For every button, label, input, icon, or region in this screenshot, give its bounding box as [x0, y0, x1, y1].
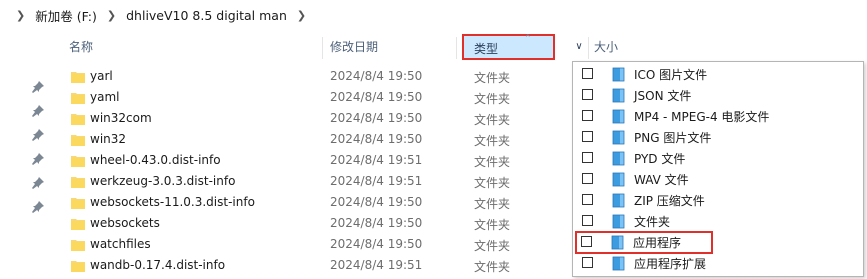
- file-type-icon: [612, 193, 625, 208]
- folder-icon: [71, 177, 85, 188]
- column-header-name[interactable]: 名称: [69, 31, 93, 63]
- filter-option-highlighted[interactable]: 应用程序: [575, 231, 713, 254]
- filter-option[interactable]: JSON 文件: [577, 85, 860, 106]
- filter-option-label: JSON 文件: [634, 89, 692, 103]
- filter-option-label: MP4 - MPEG-4 电影文件: [634, 110, 770, 124]
- file-type-icon: [612, 88, 625, 103]
- filter-checkbox[interactable]: [582, 68, 593, 79]
- filter-option-label: 应用程序: [633, 236, 682, 250]
- chevron-right-icon[interactable]: ❯: [16, 9, 25, 22]
- file-name: werkzeug-3.0.3.dist-info: [90, 174, 236, 188]
- file-type-icon: [612, 256, 625, 271]
- filter-option[interactable]: PYD 文件: [577, 148, 860, 169]
- file-date: 2024/8/4 19:50: [330, 111, 423, 125]
- filter-checkbox[interactable]: [581, 236, 592, 247]
- type-filter-dropdown: ICO 图片文件 JSON 文件 MP4 - MPEG-4 电影文件 PNG 图…: [572, 61, 864, 277]
- file-name: yarl: [90, 69, 113, 83]
- file-type: 文件夹: [474, 197, 511, 211]
- filter-option-label: 文件夹: [634, 215, 671, 229]
- file-type-icon: [612, 109, 625, 124]
- file-type-icon: [612, 172, 625, 187]
- filter-option-label: ICO 图片文件: [634, 68, 708, 82]
- file-name: yaml: [90, 90, 120, 104]
- file-type: 文件夹: [474, 92, 511, 106]
- file-name: win32com: [90, 111, 152, 125]
- file-type-icon: [612, 151, 625, 166]
- file-date: 2024/8/4 19:50: [330, 90, 423, 104]
- file-type: 文件夹: [474, 71, 511, 85]
- folder-icon: [71, 72, 85, 83]
- file-type: 文件夹: [474, 113, 511, 127]
- file-type: 文件夹: [474, 176, 511, 190]
- filter-option[interactable]: PNG 图片文件: [577, 127, 860, 148]
- filter-checkbox[interactable]: [582, 131, 593, 142]
- file-name: wheel-0.43.0.dist-info: [90, 153, 221, 167]
- filter-option[interactable]: ICO 图片文件: [577, 64, 860, 85]
- column-divider[interactable]: [456, 37, 457, 59]
- file-type: 文件夹: [474, 218, 511, 232]
- column-divider[interactable]: [322, 37, 323, 59]
- chevron-right-icon[interactable]: ❯: [297, 9, 306, 22]
- filter-option[interactable]: 应用程序扩展: [577, 253, 860, 274]
- file-date: 2024/8/4 19:51: [330, 153, 423, 167]
- filter-checkbox[interactable]: [582, 152, 593, 163]
- folder-icon: [71, 240, 85, 251]
- column-header-size[interactable]: 大小: [594, 31, 618, 63]
- breadcrumb-drive[interactable]: 新加卷 (F:): [35, 6, 97, 25]
- breadcrumb-folder[interactable]: dhliveV10 8.5 digital man: [126, 8, 287, 23]
- filter-option[interactable]: ZIP 压缩文件: [577, 190, 860, 211]
- filter-option[interactable]: MP4 - MPEG-4 电影文件: [577, 106, 860, 127]
- file-name: win32: [90, 132, 127, 146]
- filter-option-label: 应用程序扩展: [634, 257, 707, 271]
- file-type-icon: [612, 130, 625, 145]
- breadcrumb: ❯ 新加卷 (F:) ❯ dhliveV10 8.5 digital man ❯: [0, 0, 867, 30]
- file-type-icon: [612, 214, 625, 229]
- column-header-type-label: 类型: [474, 42, 499, 56]
- filter-option-label: ZIP 压缩文件: [634, 194, 705, 208]
- filter-checkbox[interactable]: [582, 110, 593, 121]
- file-date: 2024/8/4 19:50: [330, 195, 423, 209]
- filter-checkbox[interactable]: [582, 257, 593, 268]
- folder-icon: [71, 135, 85, 146]
- sort-indicator-icon: ⌃: [524, 34, 532, 44]
- file-date: 2024/8/4 19:50: [330, 132, 423, 146]
- filter-option-label: PNG 图片文件: [634, 131, 712, 145]
- column-header-date[interactable]: 修改日期: [330, 31, 378, 63]
- file-type: 文件夹: [474, 134, 511, 148]
- file-type: 文件夹: [474, 155, 511, 169]
- column-header-bar: 名称 修改日期 ⌃ 类型 ∨ 大小: [0, 31, 867, 63]
- filter-checkbox[interactable]: [582, 194, 593, 205]
- chevron-right-icon[interactable]: ❯: [107, 9, 116, 22]
- filter-checkbox[interactable]: [582, 89, 593, 100]
- file-date: 2024/8/4 19:51: [330, 174, 423, 188]
- file-date: 2024/8/4 19:51: [330, 258, 423, 272]
- filter-option-label: PYD 文件: [634, 152, 686, 166]
- file-date: 2024/8/4 19:50: [330, 69, 423, 83]
- folder-icon: [71, 219, 85, 230]
- folder-icon: [71, 198, 85, 209]
- filter-checkbox[interactable]: [582, 173, 593, 184]
- file-date: 2024/8/4 19:50: [330, 237, 423, 251]
- file-date: 2024/8/4 19:50: [330, 216, 423, 230]
- column-divider[interactable]: [588, 37, 589, 59]
- folder-icon: [71, 93, 85, 104]
- folder-icon: [71, 114, 85, 125]
- filter-checkbox[interactable]: [582, 215, 593, 226]
- filter-dropdown-button[interactable]: ∨: [570, 34, 588, 60]
- file-type-icon: [611, 235, 624, 250]
- file-name: wandb-0.17.4.dist-info: [90, 258, 226, 272]
- folder-icon: [71, 156, 85, 167]
- folder-icon: [71, 261, 85, 272]
- filter-option[interactable]: 文件夹: [577, 211, 860, 232]
- file-type-icon: [612, 67, 625, 82]
- file-name: websockets-11.0.3.dist-info: [90, 195, 255, 209]
- file-name: watchfiles: [90, 237, 151, 251]
- column-header-type[interactable]: ⌃ 类型: [462, 34, 555, 60]
- filter-option-label: WAV 文件: [634, 173, 689, 187]
- file-type: 文件夹: [474, 260, 511, 274]
- file-name: websockets: [90, 216, 160, 230]
- filter-option[interactable]: WAV 文件: [577, 169, 860, 190]
- file-type: 文件夹: [474, 239, 511, 253]
